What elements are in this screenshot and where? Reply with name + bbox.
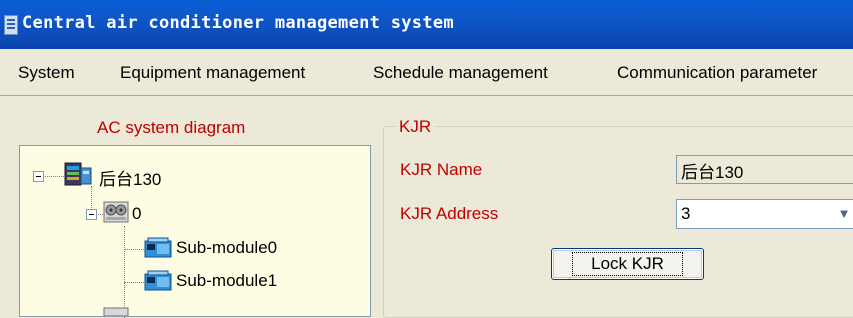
outdoor-unit-icon [103, 307, 129, 316]
menu-schedule-management[interactable]: Schedule management [373, 63, 548, 83]
tree-leaf-label[interactable]: Sub-module0 [176, 238, 277, 258]
sub-module-icon [144, 237, 172, 258]
window-icon [4, 15, 18, 35]
tree-root-label[interactable]: 后台130 [99, 165, 161, 190]
window-title: Central air conditioner management syste… [22, 13, 454, 33]
menu-bar: System Equipment management Schedule man… [0, 49, 853, 96]
lock-kjr-button[interactable]: Lock KJR [551, 248, 704, 280]
tree-child-label[interactable]: 0 [132, 204, 141, 224]
menu-equipment-management[interactable]: Equipment management [120, 63, 305, 83]
lock-kjr-label: Lock KJR [572, 252, 683, 276]
controller-icon [64, 162, 92, 186]
collapse-root-icon[interactable] [33, 171, 44, 182]
kjr-name-field[interactable]: 后台130 [676, 155, 853, 184]
kjr-name-label: KJR Name [400, 160, 483, 179]
system-tree[interactable]: 后台130 0 Sub-module0 Sub-module1 [19, 145, 371, 318]
kjr-group-title: KJR [395, 117, 436, 137]
collapse-child-icon[interactable] [86, 209, 97, 220]
tree-connector [124, 226, 125, 318]
title-bar: Central air conditioner management syste… [0, 0, 853, 49]
tree-connector [124, 249, 144, 250]
main-content: AC system diagram 后台130 0 Sub-module0 Su… [0, 96, 853, 318]
sub-module-icon [144, 270, 172, 291]
kjr-address-label: KJR Address [400, 204, 499, 223]
tree-leaf-label[interactable]: Sub-module1 [176, 271, 277, 291]
menu-communication-parameter[interactable]: Communication parameter [617, 63, 817, 83]
tree-connector [124, 282, 144, 283]
chevron-down-icon[interactable]: ▼ [835, 201, 853, 227]
kjr-address-select[interactable]: 3 [676, 199, 853, 229]
outdoor-unit-icon [103, 201, 129, 223]
diagram-title: AC system diagram [97, 118, 246, 137]
menu-system[interactable]: System [18, 63, 75, 83]
